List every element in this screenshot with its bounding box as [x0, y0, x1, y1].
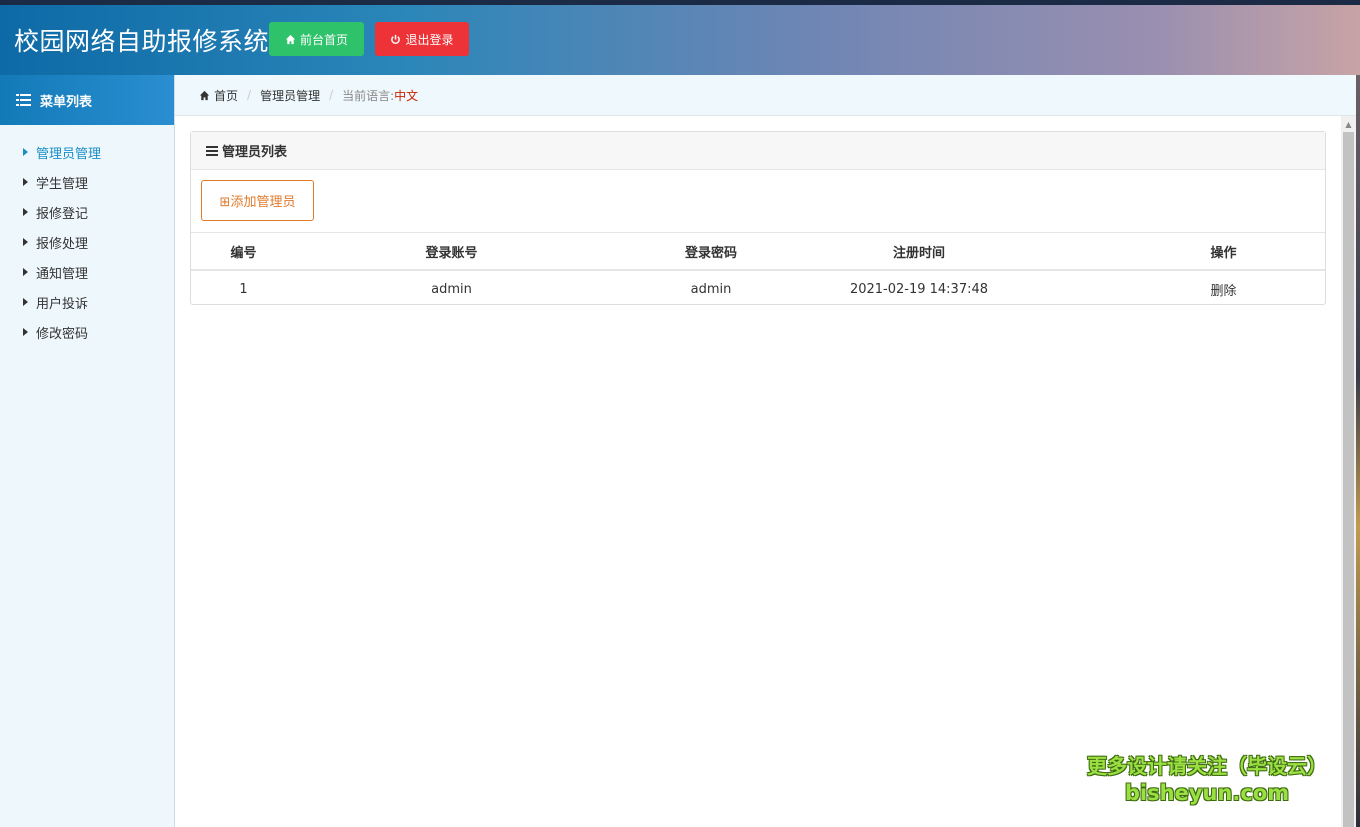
breadcrumb-home[interactable]: 首页 [214, 87, 238, 104]
sidebar-item-repair-registration[interactable]: 报修登记 [0, 197, 174, 227]
sidebar-item-admin-management[interactable]: 管理员管理 [0, 137, 174, 167]
scrollbar-thumb[interactable] [1343, 132, 1354, 827]
watermark: 更多设计请关注（毕设云） bisheyun.com [1077, 750, 1337, 805]
cell-registered: 2021-02-19 14:37:48 [849, 281, 989, 297]
sidebar-item-student-management[interactable]: 学生管理 [0, 167, 174, 197]
breadcrumb-separator: / [329, 88, 334, 102]
sidebar-item-label: 学生管理 [36, 176, 89, 192]
caret-right-icon [23, 208, 28, 216]
column-header-registered: 注册时间 [815, 232, 1023, 271]
sidebar-item-label: 用户投诉 [36, 296, 89, 312]
add-admin-button[interactable]: ⊞添加管理员 [201, 180, 314, 221]
column-header-action: 操作 [1023, 232, 1325, 271]
cell-id: 1 [239, 281, 248, 297]
sidebar-item-label: 管理员管理 [36, 146, 102, 162]
menu-header: 菜单列表 [0, 75, 174, 125]
caret-right-icon [23, 298, 28, 306]
language-label: 当前语言: [342, 88, 395, 103]
sidebar: 菜单列表 管理员管理 学生管理 报修登记 报修处理 通知管理 用户投诉 修改密码 [0, 75, 175, 827]
sidebar-item-label: 通知管理 [36, 266, 89, 282]
home-icon [285, 34, 296, 44]
logout-button[interactable]: 退出登录 [375, 22, 469, 56]
cell-account: admin [431, 281, 472, 297]
column-header-password: 登录密码 [607, 232, 815, 271]
home-icon [199, 90, 210, 100]
caret-right-icon [23, 178, 28, 186]
main-content: 管理员列表 ⊞添加管理员 编号 登录账号 登录密码 注册时间 操作 1 admi… [175, 116, 1341, 827]
bars-icon [206, 145, 218, 156]
table-header-row: 编号 登录账号 登录密码 注册时间 操作 [191, 232, 1325, 271]
menu-list: 管理员管理 学生管理 报修登记 报修处理 通知管理 用户投诉 修改密码 [0, 125, 174, 347]
language-value: 中文 [394, 88, 419, 103]
sidebar-item-label: 报修登记 [36, 206, 89, 222]
panel-title: 管理员列表 [222, 145, 288, 160]
breadcrumb: 首页 / 管理员管理 / 当前语言: 中文 [175, 75, 1360, 116]
panel-header: 管理员列表 [191, 132, 1325, 170]
sidebar-item-label: 报修处理 [36, 236, 89, 252]
column-header-id: 编号 [191, 232, 296, 271]
app-title: 校园网络自助报修系统 [14, 27, 270, 56]
sidebar-item-repair-handling[interactable]: 报修处理 [0, 227, 174, 257]
column-header-account: 登录账号 [296, 232, 607, 271]
caret-right-icon [23, 268, 28, 276]
sidebar-item-label: 修改密码 [36, 326, 89, 342]
cell-password: admin [690, 281, 732, 297]
table-row: 1 admin admin 2021-02-19 14:37:48 删除 [191, 270, 1325, 307]
top-header: 校园网络自助报修系统 前台首页 退出登录 [0, 0, 1360, 75]
admin-table: 编号 登录账号 登录密码 注册时间 操作 1 admin admin 2021-… [191, 232, 1325, 307]
list-icon [16, 94, 31, 106]
front-home-label: 前台首页 [299, 32, 348, 47]
vertical-scrollbar[interactable]: ▲ [1341, 116, 1356, 827]
admin-list-panel: 管理员列表 ⊞添加管理员 编号 登录账号 登录密码 注册时间 操作 1 admi… [190, 131, 1326, 305]
sidebar-item-change-password[interactable]: 修改密码 [0, 317, 174, 347]
front-home-button[interactable]: 前台首页 [269, 22, 364, 56]
power-icon [391, 34, 401, 44]
scroll-up-arrow-icon[interactable]: ▲ [1341, 116, 1356, 132]
menu-header-label: 菜单列表 [40, 94, 93, 110]
window-edge [1356, 75, 1360, 827]
caret-right-icon [23, 328, 28, 336]
cell-action: 删除 [1023, 270, 1325, 307]
watermark-line-1: 更多设计请关注（毕设云） [1087, 754, 1327, 778]
delete-link[interactable]: 删除 [1210, 284, 1236, 299]
sidebar-item-notice-management[interactable]: 通知管理 [0, 257, 174, 287]
sidebar-item-user-complaints[interactable]: 用户投诉 [0, 287, 174, 317]
caret-right-icon [23, 148, 28, 156]
watermark-line-2: bisheyun.com [1124, 781, 1290, 805]
breadcrumb-current: 管理员管理 [260, 88, 321, 103]
logout-label: 退出登录 [405, 32, 454, 47]
caret-right-icon [23, 238, 28, 246]
breadcrumb-separator: / [247, 88, 252, 102]
